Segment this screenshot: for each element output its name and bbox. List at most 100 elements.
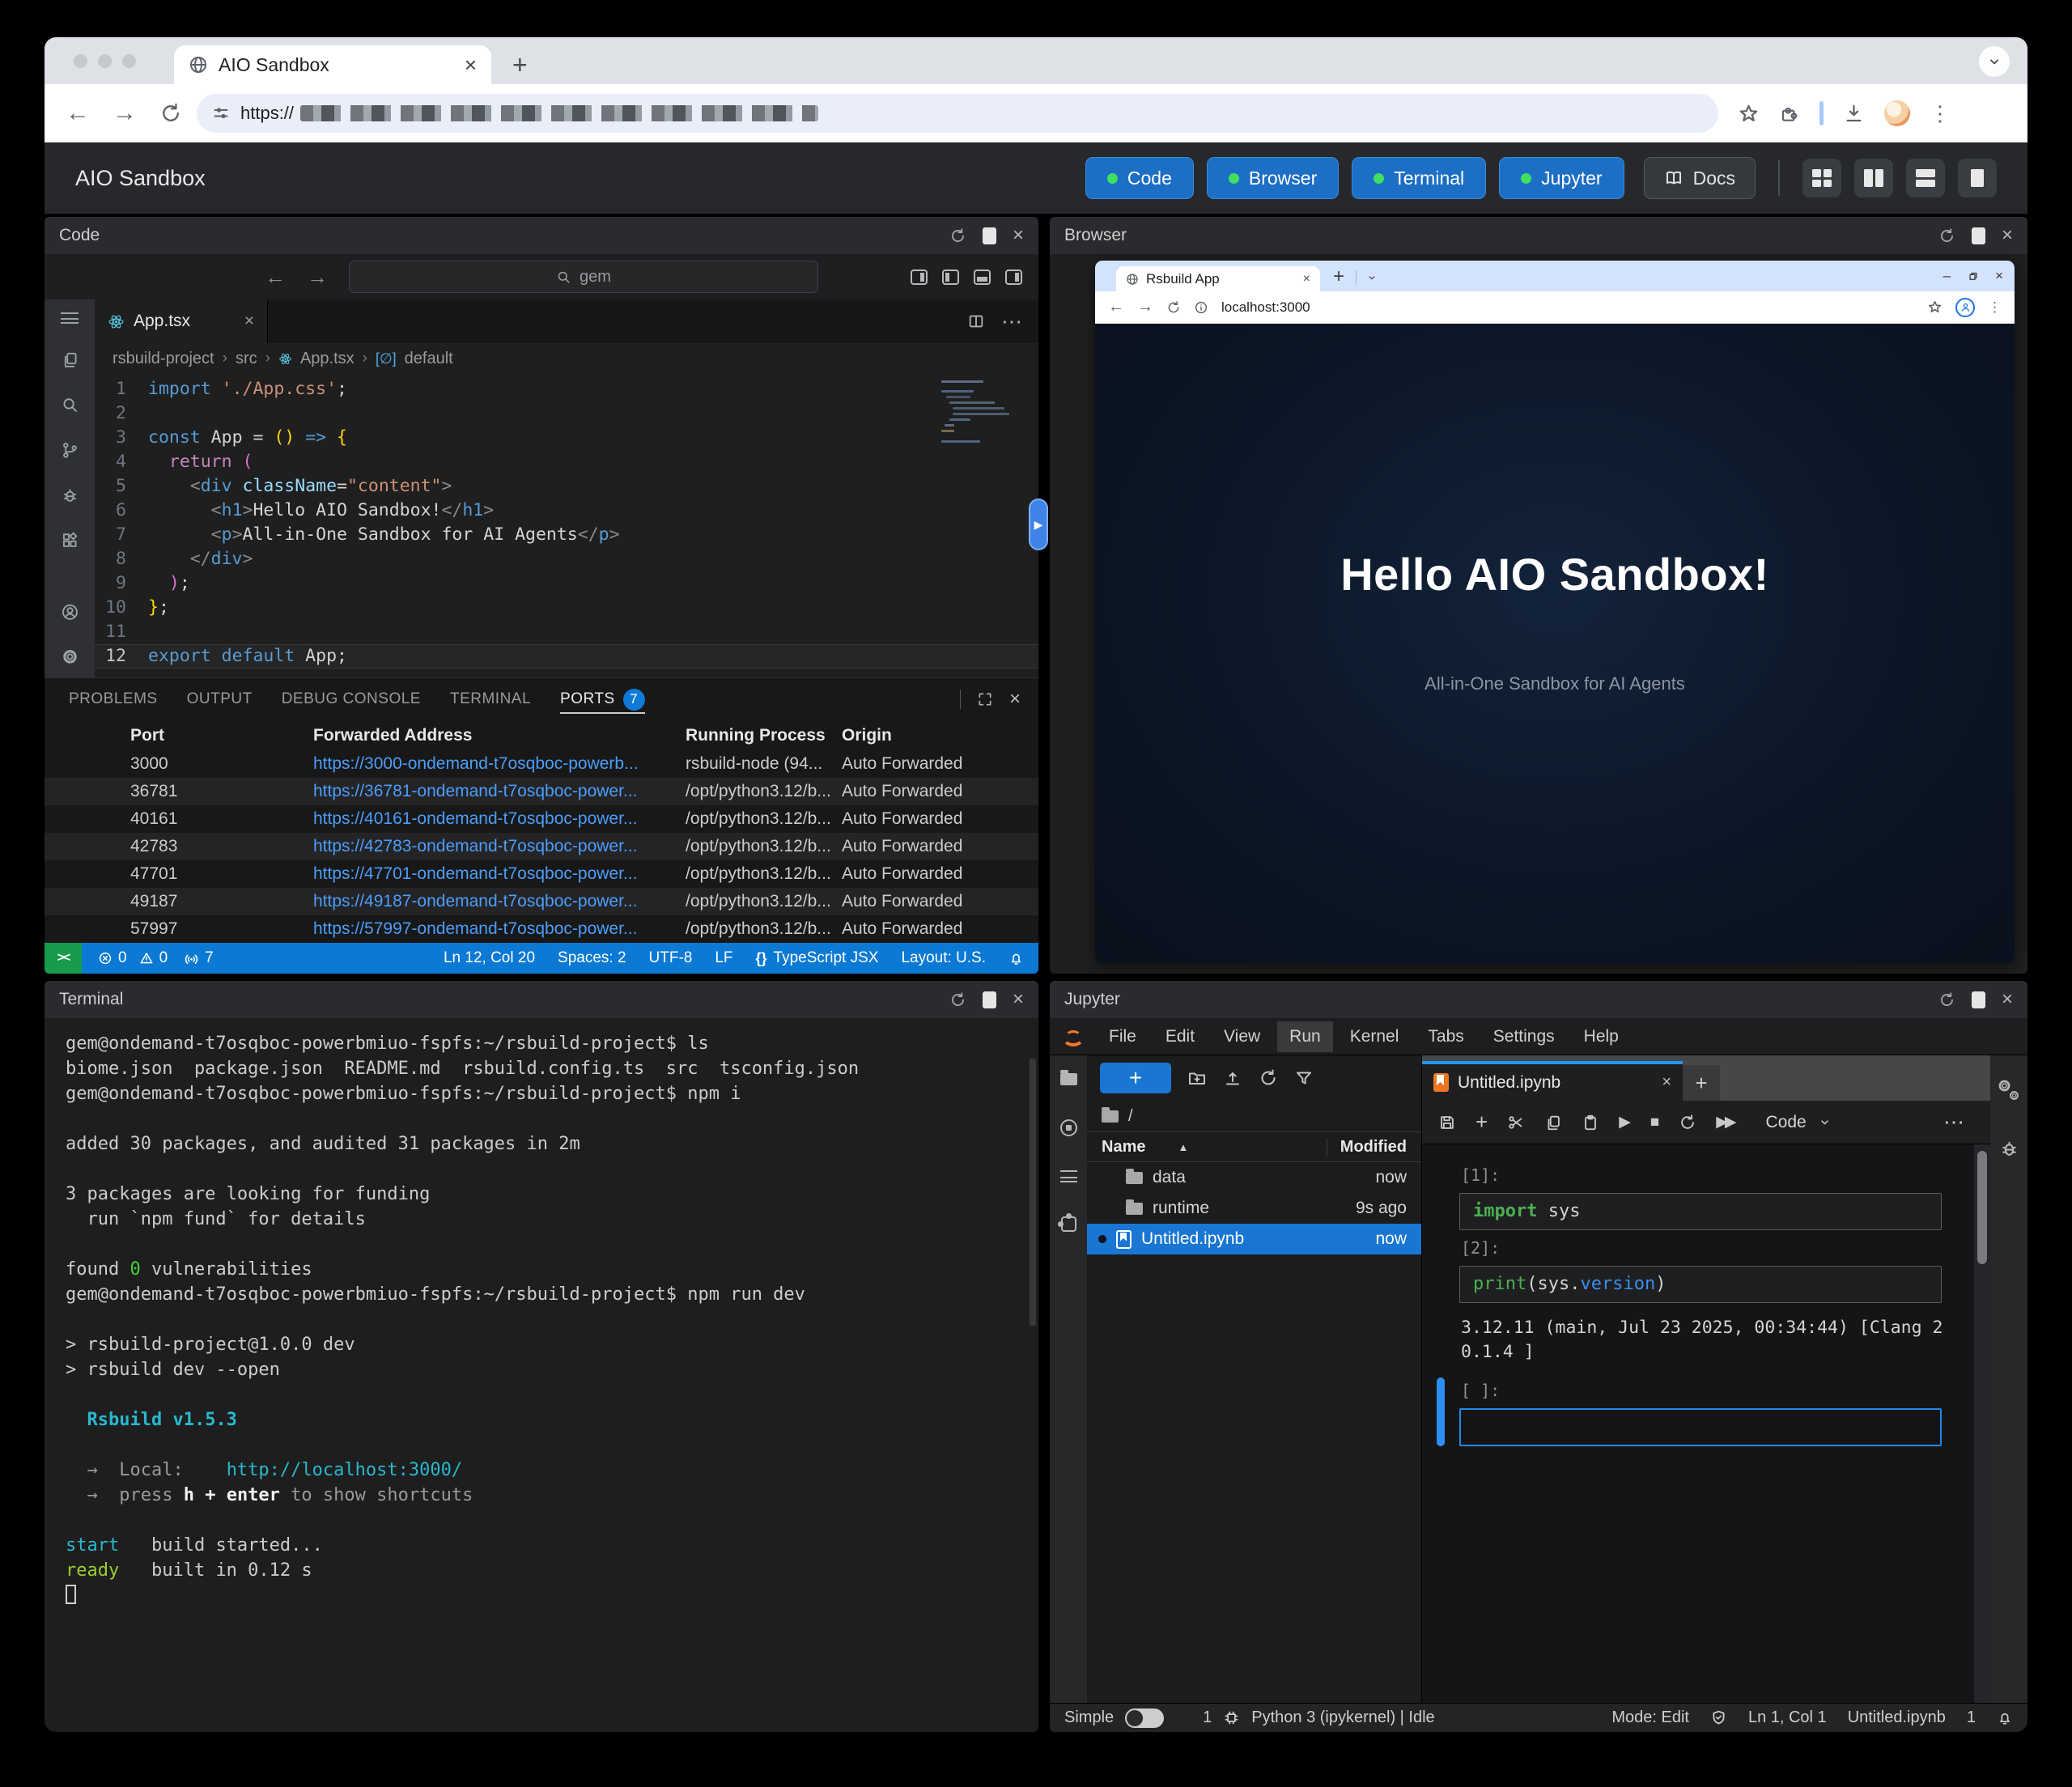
toggle-panel-left-icon[interactable] [942,270,959,285]
errors-indicator[interactable]: 0 0 [98,949,168,967]
embedded-tab-rsbuild-app[interactable]: Rsbuild App × [1116,266,1320,291]
panel-tab-output[interactable]: OUTPUT [187,678,253,720]
path-breadcrumb[interactable]: / [1087,1101,1421,1131]
sort-by-name[interactable]: Name ▲ [1102,1138,1327,1157]
active-file[interactable]: Untitled.ipynb [1848,1708,1946,1727]
port-row-47701[interactable]: 47701https://47701-ondemand-t7osqboc-pow… [45,860,1038,888]
profile-icon[interactable] [1955,298,1975,317]
search-sidebar-icon[interactable] [59,396,81,414]
port-row-49187[interactable]: 49187https://49187-ondemand-t7osqboc-pow… [45,888,1038,915]
kernel-chip-icon[interactable] [1223,1709,1240,1726]
copy-cell-icon[interactable] [1544,1114,1562,1131]
traffic-light-close[interactable] [74,54,87,68]
toggle-sidebar-icon[interactable] [911,270,928,285]
menu-run[interactable]: Run [1277,1021,1333,1052]
bookmark-star-icon[interactable] [1927,299,1942,315]
refresh-panel-icon[interactable] [1938,227,1955,244]
add-cell-icon[interactable]: + [1475,1110,1488,1135]
cell-input[interactable]: import sys [1459,1193,1942,1230]
editor-tab-app-tsx[interactable]: App.tsx × [95,299,268,343]
upload-icon[interactable] [1223,1068,1242,1088]
encoding[interactable]: UTF-8 [649,949,693,967]
header-button-jupyter[interactable]: Jupyter [1499,157,1624,199]
panel-splitter-handle[interactable]: ▶ [1029,499,1048,550]
forwarded-address-link[interactable]: https://40161-ondemand-t7osqboc-power... [313,809,686,829]
maximize-panel-icon[interactable] [983,227,996,244]
extensions-sidebar-icon[interactable] [59,531,81,550]
address-bar[interactable]: https:// [197,94,1718,133]
new-launcher-button[interactable]: + [1100,1063,1171,1093]
breadcrumb[interactable]: rsbuild-project› src› App.tsx› [∅] defau… [95,343,1038,374]
maximize-panel-icon[interactable] [1972,227,1985,244]
traffic-light-zoom[interactable] [122,54,136,68]
extensions-tab-icon[interactable] [1061,1216,1076,1232]
cursor-position[interactable]: Ln 1, Col 1 [1748,1708,1827,1727]
trust-shield-icon[interactable] [1710,1709,1727,1726]
notebook-scrollbar[interactable] [1977,1151,1987,1264]
paste-cell-icon[interactable] [1582,1114,1599,1131]
menu-edit[interactable]: Edit [1153,1021,1207,1052]
minimap[interactable] [941,379,1029,450]
command-search-input[interactable]: gem [349,261,818,293]
new-tab-button[interactable]: + [1333,267,1344,287]
notebook-mode[interactable]: Mode: Edit [1611,1708,1689,1727]
filter-icon[interactable] [1294,1068,1314,1088]
running-kernels-tab-icon[interactable] [1060,1119,1077,1136]
terminal-output[interactable]: gem@ondemand-t7osqboc-powerbmiuo-fspfs:~… [45,1018,1038,1732]
refresh-panel-icon[interactable] [949,991,966,1008]
cut-cell-icon[interactable] [1507,1114,1525,1131]
new-notebook-tab-button[interactable]: + [1683,1065,1720,1101]
toggle-bottom-panel-icon[interactable] [974,270,991,285]
refresh-panel-icon[interactable] [949,227,966,244]
close-icon[interactable]: × [1995,268,2003,284]
run-cell-icon[interactable]: ▶ [1619,1113,1631,1131]
menu-view[interactable]: View [1212,1021,1272,1052]
notebook-tab-untitled[interactable]: Untitled.ipynb × [1422,1061,1683,1101]
panel-tab-ports[interactable]: PORTS7 [560,678,645,720]
forwarded-address-link[interactable]: https://47701-ondemand-t7osqboc-power... [313,864,686,884]
menu-tabs[interactable]: Tabs [1416,1021,1475,1052]
simple-mode-toggle[interactable] [1125,1708,1164,1728]
eol[interactable]: LF [715,949,732,967]
tab-search-button[interactable] [1979,46,2010,77]
restart-run-all-icon[interactable]: ▶▶ [1716,1113,1733,1131]
browser-tab-aio-sandbox[interactable]: AIO Sandbox × [174,45,491,84]
remote-indicator[interactable]: >< [45,943,82,974]
save-icon[interactable] [1438,1114,1456,1131]
forwarded-address-link[interactable]: https://57997-ondemand-t7osqboc-power... [313,919,686,939]
cell-input[interactable]: print(sys.version) [1459,1266,1942,1303]
port-row-57997[interactable]: 57997https://57997-ondemand-t7osqboc-pow… [45,915,1038,943]
url-text[interactable]: localhost:3000 [1221,299,1310,316]
notebook-document[interactable]: [1]:import sys[2]:print(sys.version)3.12… [1422,1144,1990,1703]
panel-tab-debug-console[interactable]: DEBUG CONSOLE [282,678,421,720]
close-notebook-tab-icon[interactable]: × [1662,1073,1671,1092]
table-of-contents-tab-icon[interactable] [1060,1170,1077,1182]
layout-grid-button[interactable] [1802,159,1841,197]
file-row-runtime[interactable]: runtime9s ago [1087,1193,1421,1224]
forwarded-ports-indicator[interactable]: 7 [184,949,214,967]
bookmark-star-icon[interactable] [1738,103,1760,125]
cursor-position[interactable]: Ln 12, Col 20 [444,949,535,967]
refresh-panel-icon[interactable] [1938,991,1955,1008]
settings-gear-icon[interactable] [59,647,81,666]
stop-kernel-icon[interactable]: ■ [1650,1114,1659,1131]
close-editor-tab-icon[interactable]: × [244,312,254,331]
close-tab-icon[interactable]: × [465,54,477,75]
bell-icon[interactable] [1997,1710,2013,1726]
new-tab-button[interactable]: + [512,52,528,78]
forwarded-address-link[interactable]: https://36781-ondemand-t7osqboc-power... [313,782,686,801]
cell-type-dropdown[interactable]: Code [1766,1113,1832,1132]
close-panel-icon[interactable]: × [2002,990,2013,1009]
back-button[interactable]: ← [66,100,90,127]
forward-button[interactable]: → [1137,298,1153,316]
info-icon[interactable] [1194,300,1208,315]
panel-tab-terminal[interactable]: TERMINAL [450,678,531,720]
close-tab-icon[interactable]: × [1303,272,1310,287]
editor-back-icon[interactable]: ← [265,265,286,290]
run-debug-icon[interactable] [59,486,81,504]
maximize-panel-icon[interactable] [983,991,996,1008]
refresh-files-icon[interactable] [1259,1068,1278,1088]
port-row-36781[interactable]: 36781https://36781-ondemand-t7osqboc-pow… [45,778,1038,805]
downloads-icon[interactable] [1843,103,1865,125]
reload-button[interactable] [1166,300,1181,315]
